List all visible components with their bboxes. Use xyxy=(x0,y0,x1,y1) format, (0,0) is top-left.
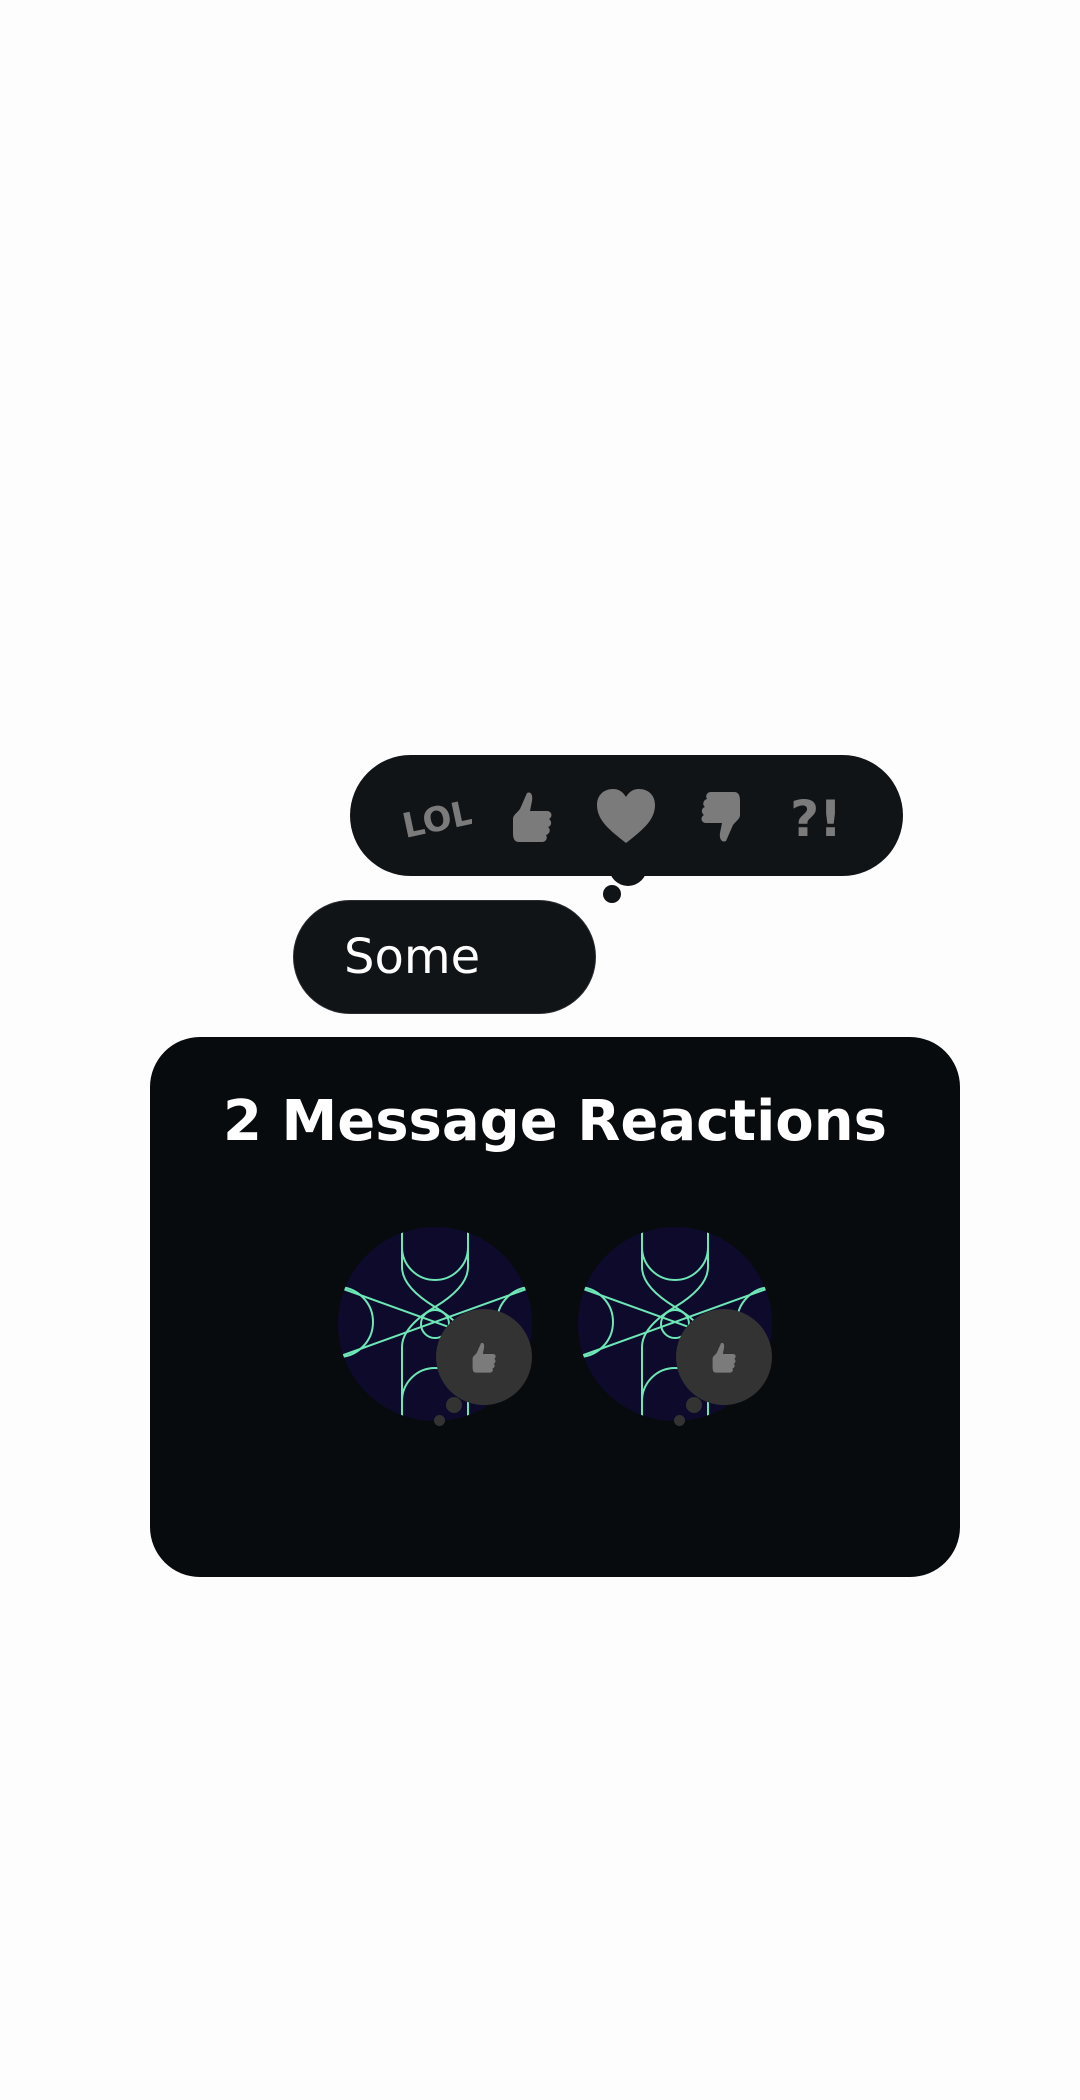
picker-tail-dot xyxy=(603,885,621,903)
reactions-panel-title: 2 Message Reactions xyxy=(223,1089,887,1154)
reaction-picker: LOL ?! xyxy=(350,755,903,876)
badge-tail xyxy=(686,1397,702,1413)
svg-text:LOL: LOL xyxy=(402,792,472,846)
svg-text:?!: ?! xyxy=(790,790,842,848)
message-bubble[interactable]: Some xyxy=(293,900,596,1014)
picker-tail xyxy=(609,862,647,886)
message-text: Some xyxy=(344,929,481,985)
badge-dot xyxy=(434,1415,445,1426)
reaction-thumbs-up-button[interactable] xyxy=(492,776,572,856)
question-exclaim-icon: ?! xyxy=(790,790,842,848)
badge-tail xyxy=(446,1397,462,1413)
thumbs-up-icon xyxy=(712,1342,736,1373)
reaction-heart-button[interactable] xyxy=(586,776,666,856)
reaction-user-2[interactable] xyxy=(578,1227,778,1427)
thumbs-up-icon xyxy=(512,791,552,842)
badge-dot xyxy=(674,1415,685,1426)
reaction-badge xyxy=(676,1309,772,1405)
thumbs-down-icon xyxy=(701,791,741,842)
reactions-panel: 2 Message Reactions xyxy=(150,1037,960,1577)
thumbs-up-icon xyxy=(472,1342,496,1373)
reaction-thumbs-down-button[interactable] xyxy=(681,776,761,856)
reaction-lol-button[interactable]: LOL xyxy=(397,776,477,856)
reaction-badge xyxy=(436,1309,532,1405)
heart-icon xyxy=(597,788,656,843)
reaction-user-1[interactable] xyxy=(338,1227,538,1427)
reaction-question-exclaim-button[interactable]: ?! xyxy=(776,776,856,856)
lol-icon: LOL xyxy=(402,792,472,846)
